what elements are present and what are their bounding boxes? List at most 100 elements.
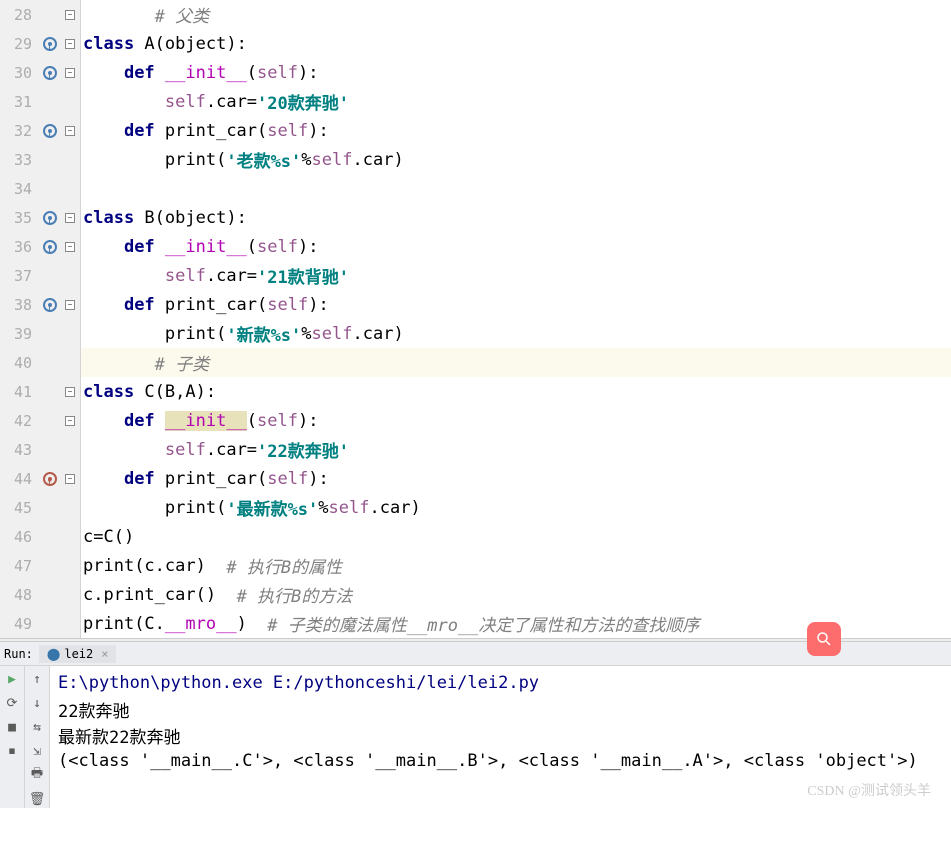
code-line[interactable]: class A(object): bbox=[81, 29, 951, 58]
line-number: 47 bbox=[0, 557, 40, 575]
override-down-icon bbox=[43, 211, 57, 225]
code-line[interactable]: self.car='21款背驰' bbox=[81, 261, 951, 290]
code-line[interactable]: def __init__(self): bbox=[81, 58, 951, 87]
line-number: 30 bbox=[0, 64, 40, 82]
rerun-button[interactable]: ⟳ bbox=[3, 694, 21, 712]
code-line[interactable]: class C(B,A): bbox=[81, 377, 951, 406]
gutter-marker[interactable] bbox=[40, 124, 60, 138]
line-number: 44 bbox=[0, 470, 40, 488]
code-line[interactable]: print(c.car) # 执行B的属性 bbox=[81, 551, 951, 580]
gutter-marker[interactable] bbox=[40, 66, 60, 80]
fold-toggle[interactable] bbox=[60, 242, 80, 252]
line-number: 34 bbox=[0, 180, 40, 198]
code-line[interactable]: class B(object): bbox=[81, 203, 951, 232]
run-tab[interactable]: ⬤ lei2 × bbox=[39, 645, 117, 663]
gutter-marker[interactable] bbox=[40, 211, 60, 225]
fold-toggle[interactable] bbox=[60, 39, 80, 49]
gutter-marker[interactable] bbox=[40, 298, 60, 312]
code-line[interactable]: self.car='22款奔驰' bbox=[81, 435, 951, 464]
fold-toggle[interactable] bbox=[60, 387, 80, 397]
gutter-marker[interactable] bbox=[40, 472, 60, 486]
console-line: E:\python\python.exe E:/pythonceshi/lei/… bbox=[58, 670, 943, 696]
code-line[interactable]: # 子类 bbox=[81, 348, 951, 377]
fold-toggle[interactable] bbox=[60, 416, 80, 426]
line-number: 35 bbox=[0, 209, 40, 227]
code-line[interactable]: def __init__(self): bbox=[81, 406, 951, 435]
line-number: 36 bbox=[0, 238, 40, 256]
run-toolbar-left: ▶ ⟳ ■ ⏹ bbox=[0, 666, 25, 808]
fold-icon bbox=[65, 39, 75, 49]
line-number: 29 bbox=[0, 35, 40, 53]
override-down-icon bbox=[43, 37, 57, 51]
override-down-icon bbox=[43, 240, 57, 254]
code-line[interactable]: print('新款%s'%self.car) bbox=[81, 319, 951, 348]
fold-icon bbox=[65, 126, 75, 136]
fold-toggle[interactable] bbox=[60, 126, 80, 136]
wrap-button[interactable]: ⇆ bbox=[28, 718, 46, 736]
fold-toggle[interactable] bbox=[60, 474, 80, 484]
trash-button[interactable]: 🗑 bbox=[28, 790, 46, 808]
search-button[interactable] bbox=[807, 622, 841, 656]
line-number: 43 bbox=[0, 441, 40, 459]
line-number: 48 bbox=[0, 586, 40, 604]
line-number: 38 bbox=[0, 296, 40, 314]
run-toolbar-mid: ↑ ↓ ⇆ ⇲ 🖶 🗑 bbox=[25, 666, 50, 808]
watermark: CSDN @测试领头羊 bbox=[807, 780, 931, 800]
code-editor[interactable]: 2829303132333435363738394041424344454647… bbox=[0, 0, 951, 638]
code-line[interactable]: print('老款%s'%self.car) bbox=[81, 145, 951, 174]
code-line[interactable]: self.car='20款奔驰' bbox=[81, 87, 951, 116]
code-line[interactable] bbox=[81, 174, 951, 203]
line-number: 46 bbox=[0, 528, 40, 546]
fold-icon bbox=[65, 213, 75, 223]
exit-button[interactable]: ⏹ bbox=[3, 742, 21, 760]
gutter-marker[interactable] bbox=[40, 37, 60, 51]
gutter-marker[interactable] bbox=[40, 240, 60, 254]
gutter: 2829303132333435363738394041424344454647… bbox=[0, 0, 81, 638]
override-down-icon bbox=[43, 298, 57, 312]
line-number: 39 bbox=[0, 325, 40, 343]
code-line[interactable]: def print_car(self): bbox=[81, 116, 951, 145]
code-line[interactable]: def print_car(self): bbox=[81, 464, 951, 493]
fold-icon bbox=[65, 387, 75, 397]
close-icon[interactable]: × bbox=[101, 647, 108, 661]
code-line[interactable]: # 父类 bbox=[81, 0, 951, 29]
stop-button[interactable]: ■ bbox=[3, 718, 21, 736]
run-tab-name: lei2 bbox=[64, 647, 93, 661]
line-number: 37 bbox=[0, 267, 40, 285]
line-number: 41 bbox=[0, 383, 40, 401]
override-up-icon bbox=[43, 472, 57, 486]
code-line[interactable]: def __init__(self): bbox=[81, 232, 951, 261]
fold-icon bbox=[65, 242, 75, 252]
down-button[interactable]: ↓ bbox=[28, 694, 46, 712]
line-number: 33 bbox=[0, 151, 40, 169]
override-down-icon bbox=[43, 66, 57, 80]
fold-icon bbox=[65, 10, 75, 20]
line-number: 49 bbox=[0, 615, 40, 633]
line-number: 45 bbox=[0, 499, 40, 517]
fold-toggle[interactable] bbox=[60, 300, 80, 310]
fold-toggle[interactable] bbox=[60, 68, 80, 78]
scroll-button[interactable]: ⇲ bbox=[28, 742, 46, 760]
python-icon: ⬤ bbox=[47, 647, 60, 661]
code-line[interactable]: def print_car(self): bbox=[81, 290, 951, 319]
line-number: 40 bbox=[0, 354, 40, 372]
play-button[interactable]: ▶ bbox=[3, 670, 21, 688]
override-down-icon bbox=[43, 124, 57, 138]
code-line[interactable]: print('最新款%s'%self.car) bbox=[81, 493, 951, 522]
fold-icon bbox=[65, 416, 75, 426]
fold-toggle[interactable] bbox=[60, 213, 80, 223]
code-line[interactable]: c.print_car() # 执行B的方法 bbox=[81, 580, 951, 609]
up-button[interactable]: ↑ bbox=[28, 670, 46, 688]
print-button[interactable]: 🖶 bbox=[28, 766, 46, 784]
fold-icon bbox=[65, 474, 75, 484]
fold-icon bbox=[65, 300, 75, 310]
line-number: 32 bbox=[0, 122, 40, 140]
console-line: 22款奔驰 bbox=[58, 696, 943, 722]
code-line[interactable]: c=C() bbox=[81, 522, 951, 551]
code-column[interactable]: # 父类class A(object): def __init__(self):… bbox=[81, 0, 951, 638]
line-number: 42 bbox=[0, 412, 40, 430]
line-number: 31 bbox=[0, 93, 40, 111]
run-label: Run: bbox=[4, 647, 33, 661]
console-line: 最新款22款奔驰 bbox=[58, 722, 943, 748]
fold-toggle[interactable] bbox=[60, 10, 80, 20]
